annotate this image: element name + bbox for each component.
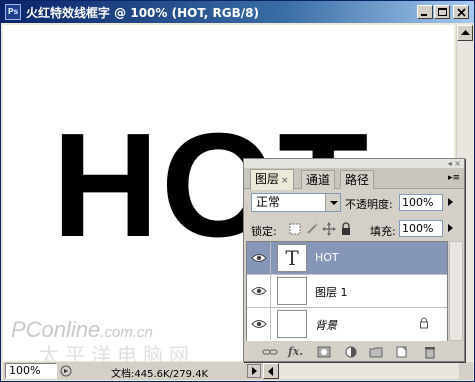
lock-icon: [420, 317, 428, 329]
visibility-toggle[interactable]: [247, 242, 271, 274]
arrow-left-icon: [268, 367, 273, 376]
panel-tabs: 图层 × 通道 路径 ▸≡: [244, 168, 464, 190]
layer-name[interactable]: 图层 1: [315, 284, 348, 300]
layer-row-layer1[interactable]: 图层 1: [247, 275, 447, 308]
opacity-label: 不透明度:: [345, 198, 393, 211]
window-title: 火红特效线框字 @ 100% (HOT, RGB/8): [26, 6, 259, 20]
fill-slider-arrow-icon[interactable]: [445, 220, 459, 237]
photoshop-app-icon[interactable]: Ps: [5, 4, 21, 20]
chevron-down-icon[interactable]: [325, 194, 340, 211]
scroll-up-button[interactable]: [457, 25, 473, 41]
mask-icon[interactable]: [316, 345, 332, 359]
lock-pixels-icon[interactable]: [305, 222, 319, 236]
eye-icon: [251, 287, 267, 295]
layer-row-hot[interactable]: T HOT: [247, 242, 447, 275]
layers-scrollbar[interactable]: [449, 241, 463, 341]
layer-name[interactable]: 背景: [315, 317, 337, 333]
layer-name[interactable]: HOT: [315, 251, 339, 264]
layers-panel: ◂ × 图层 × 通道 路径 ▸≡ 正常 不透明度: 100% 锁定: 填充: 1…: [243, 158, 465, 362]
fx-icon[interactable]: fx.: [288, 345, 304, 359]
lock-transparency-icon[interactable]: [288, 222, 302, 236]
eye-icon: [251, 254, 267, 262]
scroll-left-button[interactable]: [263, 363, 279, 379]
visibility-toggle[interactable]: [247, 308, 271, 340]
blend-mode-value: 正常: [256, 195, 281, 209]
layers-list: T HOT 图层 1 背景: [246, 241, 448, 341]
tab-paths[interactable]: 路径: [340, 170, 375, 189]
layer-row-background[interactable]: 背景: [247, 308, 447, 341]
layer-thumbnail: [277, 277, 307, 305]
fill-field[interactable]: 100%: [399, 220, 443, 237]
fill-label: 填充:: [370, 225, 396, 238]
tab-layers[interactable]: 图层 ×: [250, 169, 294, 190]
panel-drag-bar[interactable]: ◂ ×: [244, 159, 464, 168]
visibility-toggle[interactable]: [247, 275, 271, 307]
text-layer-thumbnail: T: [277, 244, 307, 272]
trash-icon[interactable]: [422, 345, 438, 359]
lock-all-icon[interactable]: [339, 222, 353, 236]
tab-close-icon[interactable]: ×: [281, 176, 289, 186]
tab-channels[interactable]: 通道: [301, 170, 336, 189]
zoom-field[interactable]: 100%: [5, 363, 57, 379]
opacity-slider-arrow-icon[interactable]: [445, 194, 459, 211]
minimize-button[interactable]: [417, 5, 433, 19]
lock-position-icon[interactable]: [322, 222, 336, 236]
minimize-icon: [421, 14, 427, 16]
layers-bottom-toolbar: fx.: [244, 343, 464, 361]
layer-thumbnail: [277, 310, 307, 338]
eye-icon: [251, 320, 267, 328]
lock-label: 锁定:: [251, 225, 277, 238]
link-icon[interactable]: [262, 345, 278, 359]
group-icon[interactable]: [368, 345, 384, 359]
watermark-subtitle: 太平洋电脑网: [39, 343, 195, 361]
panel-close-icon[interactable]: ◂ ×: [448, 159, 461, 168]
status-menu-icon[interactable]: [59, 363, 73, 379]
new-layer-icon[interactable]: [394, 345, 410, 359]
maximize-icon: [438, 8, 447, 16]
status-arrow-icon[interactable]: [247, 364, 261, 378]
maximize-button[interactable]: [434, 5, 450, 19]
close-button[interactable]: [453, 5, 469, 19]
title-bar[interactable]: Ps 火红特效线框字 @ 100% (HOT, RGB/8): [1, 1, 474, 23]
status-bar: 100% 文档:445.6K/279.4K: [3, 362, 473, 380]
document-info: 文档:445.6K/279.4K: [111, 369, 209, 380]
blend-mode-select[interactable]: 正常: [251, 193, 341, 212]
adjustment-icon[interactable]: [343, 345, 359, 359]
opacity-field[interactable]: 100%: [399, 194, 443, 211]
horizontal-scrollbar[interactable]: [263, 363, 459, 379]
close-icon: [457, 8, 466, 17]
panel-menu-icon[interactable]: ▸≡: [448, 173, 460, 183]
arrow-up-icon: [461, 30, 470, 35]
